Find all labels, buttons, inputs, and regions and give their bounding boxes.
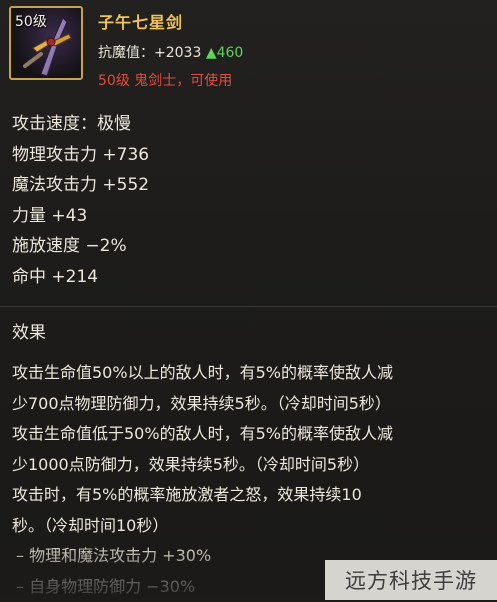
item-tooltip: 50级 子午七星剑 抗魔值：+2033 ▲460 50级 鬼剑士，可使用 攻击速… — [0, 0, 497, 600]
stat-hit: 命中 +214 — [12, 262, 149, 293]
section-divider — [0, 306, 497, 307]
effect-line: 攻击生命值50%以上的敌人时，有5%的概率使敌人减 — [12, 358, 393, 389]
resist-label: 抗魔值：+2033 — [98, 45, 201, 61]
resist-value-row: 抗魔值：+2033 ▲460 — [98, 42, 243, 62]
item-icon: 50级 — [9, 6, 83, 80]
effect-line: 攻击时，有5%的概率施放激者之怒，效果持续10 — [12, 480, 393, 511]
watermark: 远方科技手游 — [325, 560, 497, 600]
effect-line: 秒。（冷却时间10秒） — [12, 511, 393, 542]
stat-list: 攻击速度：极慢 物理攻击力 +736 魔法攻击力 +552 力量 +43 施放速… — [12, 109, 149, 292]
item-name: 子午七星剑 — [98, 9, 183, 33]
stat-attack-speed: 攻击速度：极慢 — [12, 109, 149, 140]
usage-requirement: 50级 鬼剑士，可使用 — [98, 70, 232, 90]
item-level-badge: 50级 — [15, 11, 47, 31]
stat-cast-speed: 施放速度 −2% — [12, 231, 149, 262]
stat-strength: 力量 +43 — [12, 201, 149, 232]
effect-line: 少700点物理防御力，效果持续5秒。（冷却时间5秒） — [12, 389, 393, 420]
effect-line: 攻击生命值低于50%的敌人时，有5%的概率使敌人减 — [12, 419, 393, 450]
effect-heading: 效果 — [12, 318, 46, 343]
resist-increase: ▲460 — [206, 45, 244, 61]
effect-line: 少1000点防御力，效果持续5秒。（冷却时间5秒） — [12, 450, 393, 481]
watermark-text: 远方科技手游 — [345, 565, 477, 595]
stat-magic-attack: 魔法攻击力 +552 — [12, 170, 149, 201]
stat-physical-attack: 物理攻击力 +736 — [12, 140, 149, 171]
